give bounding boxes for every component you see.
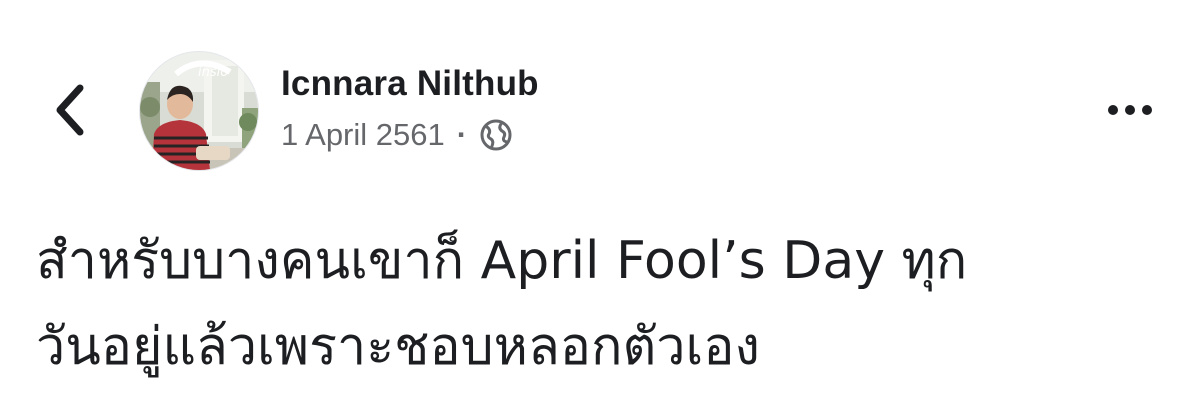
avatar[interactable]: insio: [139, 51, 259, 171]
globe-icon: [480, 119, 512, 151]
post-text: สำหรับบางคนเขาก็ April Fool’s Day ทุก วั…: [36, 218, 1176, 390]
avatar-sign-text: insio: [198, 65, 228, 80]
meta-separator: ·: [456, 117, 468, 152]
post-meta: 1 April 2561 ·: [281, 115, 513, 155]
facebook-post: insio Icnnara Nilthub 1 April 2561 · สำห…: [0, 0, 1200, 416]
post-text-line: วันอยู่แล้วเพราะชอบหลอกตัวเอง: [36, 317, 760, 377]
more-dot: [1142, 105, 1152, 115]
back-button[interactable]: [44, 78, 96, 142]
post-date[interactable]: 1 April 2561: [281, 117, 445, 153]
more-dot: [1125, 105, 1135, 115]
post-text-line: สำหรับบางคนเขาก็ April Fool’s Day ทุก: [36, 231, 968, 291]
avatar-photo: insio: [140, 52, 258, 170]
author-name[interactable]: Icnnara Nilthub: [281, 64, 539, 104]
more-options-icon: [1108, 105, 1118, 115]
chevron-left-icon: [56, 84, 84, 136]
more-options-button[interactable]: [1096, 88, 1164, 132]
